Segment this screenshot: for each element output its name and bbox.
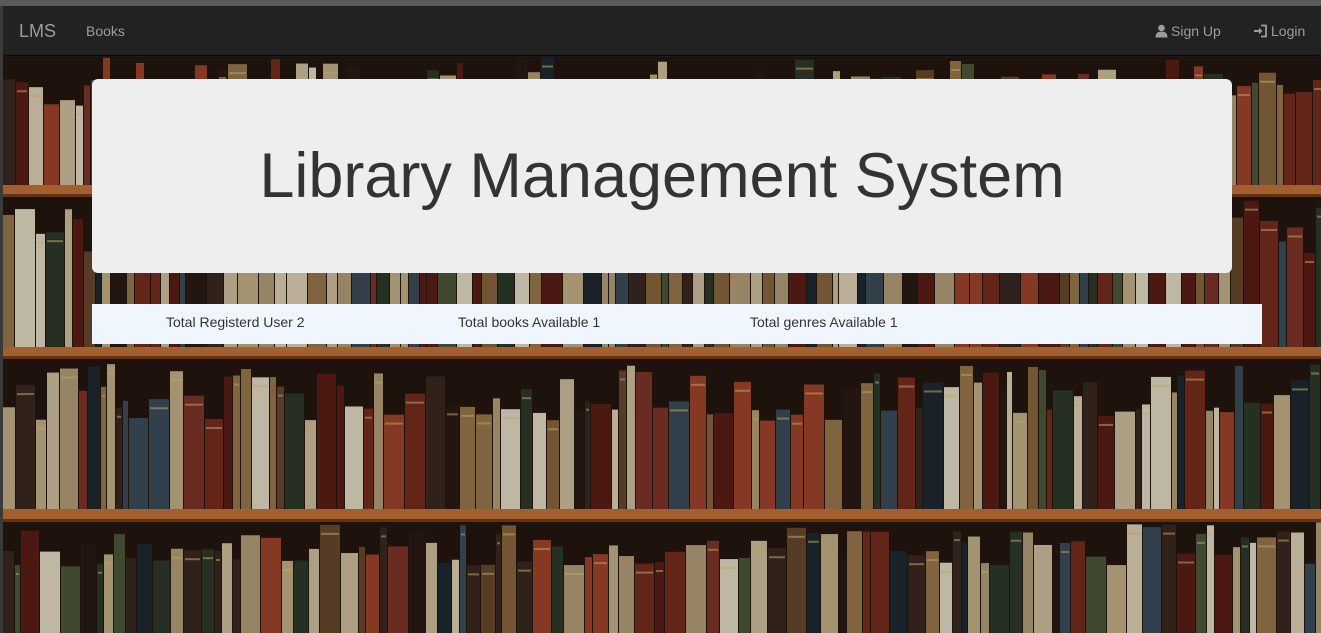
stat-total-users: Total Registerd User 2 bbox=[166, 314, 305, 330]
login-link[interactable]: Login bbox=[1253, 23, 1305, 39]
user-icon bbox=[1155, 24, 1168, 38]
page: LMS Books Sign Up Login Library Manageme… bbox=[0, 0, 1321, 633]
stat-total-books: Total books Available 1 bbox=[458, 314, 601, 330]
page-title: Library Management System bbox=[259, 141, 1065, 211]
navbar: LMS Books Sign Up Login bbox=[3, 6, 1321, 56]
login-icon bbox=[1254, 24, 1267, 38]
stats-bar: Total Registerd User 2 Total books Avail… bbox=[92, 304, 1262, 344]
sign-up-link[interactable]: Sign Up bbox=[1155, 23, 1221, 39]
hero-jumbotron: Library Management System bbox=[92, 79, 1232, 273]
nav-link-books[interactable]: Books bbox=[86, 23, 125, 39]
stat-total-genres: Total genres Available 1 bbox=[750, 314, 898, 330]
login-label: Login bbox=[1271, 23, 1306, 39]
sign-up-label: Sign Up bbox=[1171, 23, 1221, 39]
brand-link[interactable]: LMS bbox=[19, 21, 56, 42]
